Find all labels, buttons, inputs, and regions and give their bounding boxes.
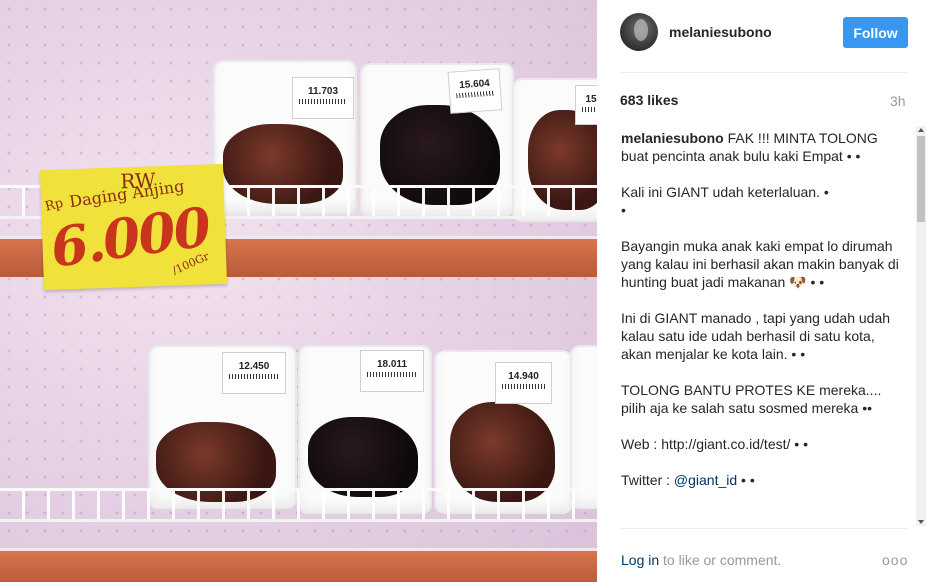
avatar[interactable] bbox=[620, 13, 658, 51]
meat bbox=[308, 417, 418, 497]
more-options-icon[interactable]: ooo bbox=[882, 552, 908, 568]
twitter-handle-link[interactable]: @giant_id bbox=[674, 472, 737, 488]
shelf-edge bbox=[0, 548, 597, 582]
caption-username[interactable]: melaniesubono bbox=[621, 130, 724, 146]
scrollbar-thumb[interactable] bbox=[917, 136, 925, 222]
post-time[interactable]: 3h bbox=[890, 93, 906, 109]
follow-button[interactable]: Follow bbox=[843, 17, 908, 48]
price-label: 11.703 bbox=[292, 77, 354, 119]
login-link[interactable]: Log in bbox=[621, 552, 659, 568]
shelf-rail bbox=[0, 488, 597, 522]
divider bbox=[620, 528, 908, 529]
caption-paragraph: TOLONG BANTU PROTES KE mereka.... pilih … bbox=[621, 382, 886, 416]
caption-paragraph: Web : http://giant.co.id/test/ • • bbox=[621, 436, 808, 452]
caption-paragraph: melaniesubono FAK !!! MINTA TOLONG buat … bbox=[621, 130, 882, 164]
caption-paragraph: Ini di GIANT manado , tapi yang udah uda… bbox=[621, 310, 894, 362]
price-label: 18.011 bbox=[360, 350, 424, 392]
caption-scrollbar[interactable] bbox=[916, 126, 926, 526]
meat-tray bbox=[570, 345, 597, 509]
price-label: 15.604 bbox=[447, 68, 503, 114]
divider bbox=[620, 72, 908, 73]
sign-currency: Rp bbox=[43, 195, 65, 215]
price-label: 15 bbox=[575, 85, 597, 125]
post-username[interactable]: melaniesubono bbox=[669, 24, 772, 40]
scroll-up-icon[interactable] bbox=[918, 128, 924, 132]
post-photo[interactable]: 11.703 15.604 15 12.450 18.011 14.940 RW… bbox=[0, 0, 597, 582]
price-label: 12.450 bbox=[222, 352, 286, 394]
scroll-down-icon[interactable] bbox=[918, 520, 924, 524]
price-sign: RW Daging Anjing Rp 6.000 /100Gr bbox=[39, 163, 228, 291]
price-label: 14.940 bbox=[495, 362, 552, 404]
meat bbox=[450, 402, 555, 502]
likes-count[interactable]: 683 likes bbox=[620, 92, 678, 108]
login-prompt: Log in to like or comment. bbox=[621, 552, 782, 568]
caption-paragraph: Bayangin muka anak kaki empat lo dirumah… bbox=[621, 238, 903, 290]
instagram-post-view: 11.703 15.604 15 12.450 18.011 14.940 RW… bbox=[0, 0, 926, 582]
caption-paragraph: Twitter : @giant_id • • bbox=[621, 472, 755, 488]
caption-paragraph: Kali ini GIANT udah keterlaluan. • • bbox=[621, 184, 829, 218]
caption: melaniesubono FAK !!! MINTA TOLONG buat … bbox=[621, 129, 906, 525]
